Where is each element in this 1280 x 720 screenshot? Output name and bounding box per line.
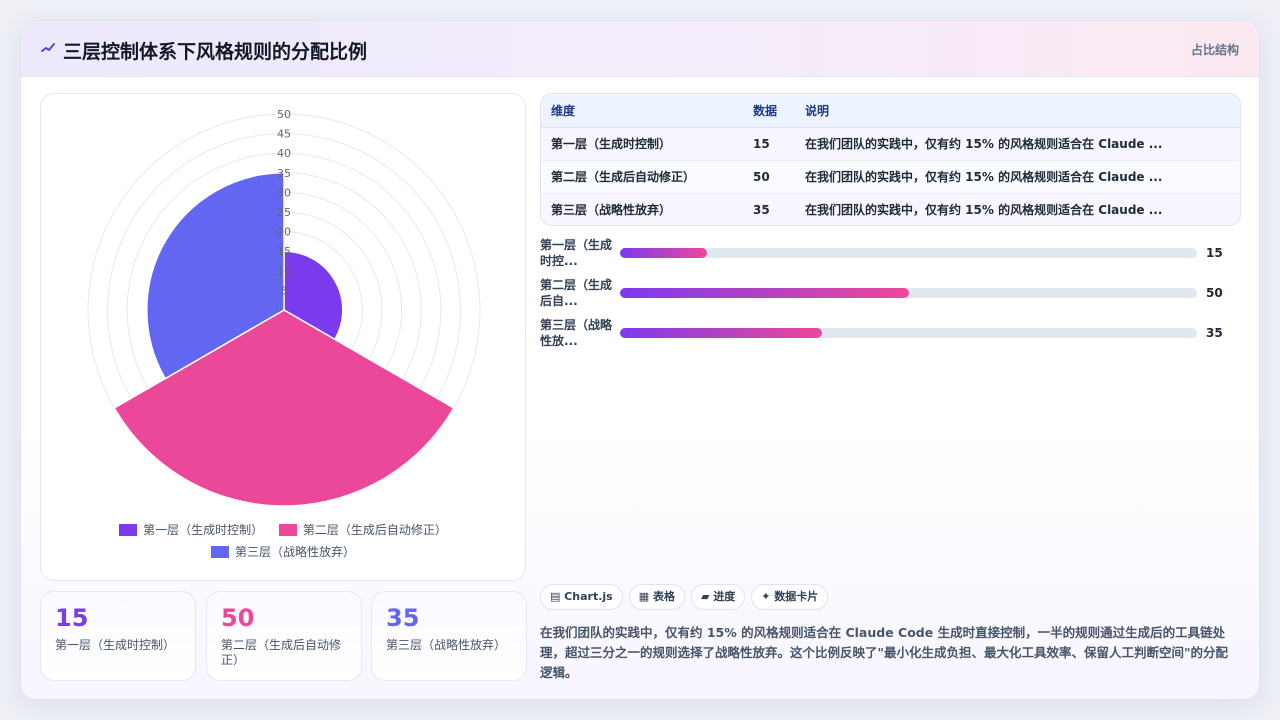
- column-header-description: 说明: [795, 94, 1240, 128]
- table-cell: 15: [743, 127, 795, 161]
- chartjs-tab-button[interactable]: ▤ Chart.js: [540, 584, 623, 610]
- table-cell: 50: [743, 160, 795, 194]
- progress-label: 第三层（战略性放...: [540, 318, 613, 348]
- table-cell: 第二层（生成后自动修正）: [541, 160, 743, 194]
- header-bar: 三层控制体系下风格规则的分配比例 占比结构: [21, 21, 1259, 77]
- polar-area-chart: 5 10 15 20 25 30 35 40 45 50: [87, 108, 481, 507]
- stat-card-layer3: 35 第三层（战略性放弃）: [371, 591, 527, 681]
- radial-tick-label: 15: [277, 245, 291, 258]
- table-cell: 在我们团队的实践中，仅有约 15% 的风格规则适合在 Claude ...: [795, 193, 1240, 225]
- legend-label: 第二层（生成后自动修正）: [302, 523, 447, 537]
- progress-fill: [620, 288, 909, 298]
- progress-tab-button[interactable]: ▰ 进度: [690, 584, 746, 610]
- data-table: 维度 数据 说明 第一层（生成时控制） 15 在我们团队的实践中，仅有约 15%…: [540, 93, 1241, 226]
- table-header-row: 维度 数据 说明: [541, 94, 1240, 128]
- column-header-data: 数据: [743, 94, 795, 128]
- table-cell: 在我们团队的实践中，仅有约 15% 的风格规则适合在 Claude ...: [795, 160, 1240, 194]
- column-header-dimension: 维度: [541, 94, 743, 128]
- progress-list: 第一层（生成时控... 15 第二层（生成后自... 50 第三层（战略性放..…: [540, 235, 1241, 355]
- stat-value: 35: [386, 604, 420, 632]
- stat-card-layer2: 50 第二层（生成后自动修正）: [206, 591, 362, 681]
- legend-label: 第一层（生成时控制）: [143, 523, 264, 537]
- radial-tick-label: 30: [277, 186, 291, 199]
- table-row: 第一层（生成时控制） 15 在我们团队的实践中，仅有约 15% 的风格规则适合在…: [541, 127, 1240, 161]
- legend-label: 第三层（战略性放弃）: [234, 545, 355, 559]
- stat-value: 50: [221, 604, 255, 632]
- progress-row: 第三层（战略性放... 35: [540, 315, 1241, 355]
- legend-item[interactable]: 第一层（生成时控制）: [119, 522, 263, 538]
- progress-row: 第二层（生成后自... 50: [540, 275, 1241, 315]
- radial-tick-label: 40: [277, 147, 291, 160]
- stat-card-layer1: 15 第一层（生成时控制）: [40, 591, 196, 681]
- progress-fill: [620, 328, 822, 338]
- main-card: 三层控制体系下风格规则的分配比例 占比结构 5 10 15 20 25 30 35 40 45 5…: [20, 20, 1260, 700]
- radial-tick-label: 20: [277, 226, 291, 239]
- table-row: 第三层（战略性放弃） 35 在我们团队的实践中，仅有约 15% 的风格规则适合在…: [541, 193, 1240, 225]
- stat-label: 第二层（生成后自动修正）: [221, 638, 342, 667]
- legend-item[interactable]: 第三层（战略性放弃）: [210, 544, 355, 560]
- progress-track: [620, 328, 1197, 338]
- radial-tick-label: 25: [277, 206, 291, 219]
- progress-track: [620, 288, 1197, 298]
- chart-panel: 5 10 15 20 25 30 35 40 45 50 第一层（生成时控制） 第二层（生成后自动…: [40, 93, 526, 581]
- table-cell: 第三层（战略性放弃）: [541, 193, 743, 225]
- legend-swatch: [210, 546, 229, 558]
- legend-swatch: [119, 524, 138, 536]
- legend-swatch: [278, 524, 297, 536]
- stat-value: 15: [55, 604, 89, 632]
- table-tab-button[interactable]: ▦ 表格: [628, 584, 685, 610]
- summary-text: 在我们团队的实践中，仅有约 15% 的风格规则适合在 Claude Code 生…: [540, 625, 1229, 680]
- radial-tick-label: 35: [277, 167, 291, 180]
- table-row: 第二层（生成后自动修正） 50 在我们团队的实践中，仅有约 15% 的风格规则适…: [541, 160, 1240, 194]
- radial-tick-label: 5: [281, 284, 288, 297]
- chart-spark-icon: [41, 43, 55, 52]
- progress-track: [620, 248, 1197, 258]
- table-cell: 35: [743, 193, 795, 225]
- chart-legend: 第一层（生成时控制） 第二层（生成后自动修正） 第三层（战略性放弃）: [41, 522, 525, 566]
- data-card-tab-button[interactable]: ✦ 数据卡片: [751, 584, 829, 610]
- progress-fill: [620, 248, 707, 258]
- radial-tick-label: 50: [277, 108, 291, 121]
- radial-tick-label: 45: [277, 128, 291, 141]
- legend-item[interactable]: 第二层（生成后自动修正）: [278, 522, 447, 538]
- table-cell: 在我们团队的实践中，仅有约 15% 的风格规则适合在 Claude ...: [795, 127, 1240, 161]
- progress-row: 第一层（生成时控... 15: [540, 235, 1241, 275]
- view-switcher: ▤ Chart.js ▦ 表格 ▰ 进度 ✦ 数据卡片: [540, 584, 834, 610]
- page-title: 三层控制体系下风格规则的分配比例: [63, 41, 368, 63]
- section-tag: 占比结构: [1190, 43, 1239, 57]
- progress-value: 50: [1206, 286, 1223, 300]
- progress-value: 15: [1206, 246, 1223, 260]
- progress-label: 第二层（生成后自...: [540, 278, 613, 308]
- radial-tick-label: 10: [277, 265, 291, 278]
- progress-label: 第一层（生成时控...: [540, 238, 613, 268]
- table-cell: 第一层（生成时控制）: [541, 127, 743, 161]
- stat-label: 第三层（战略性放弃）: [386, 638, 507, 652]
- stat-label: 第一层（生成时控制）: [55, 638, 176, 652]
- progress-value: 35: [1206, 326, 1223, 340]
